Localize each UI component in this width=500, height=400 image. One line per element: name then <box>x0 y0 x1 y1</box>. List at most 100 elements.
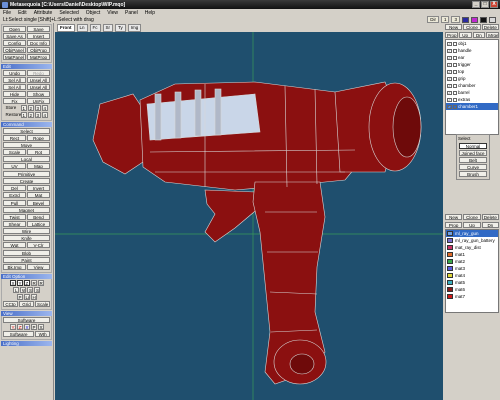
width-button[interactable]: Wth <box>35 331 50 337</box>
store-slot-3[interactable]: 3 <box>34 105 41 111</box>
visibility-icon[interactable]: ✓ <box>447 104 452 109</box>
tab-type[interactable]: Ty <box>115 23 126 32</box>
cmd-uv-button[interactable]: UV <box>3 163 26 169</box>
material-up-button[interactable]: Up <box>463 222 481 228</box>
visibility-icon[interactable]: ✓ <box>447 48 452 53</box>
opt-rp-toggle[interactable]: Rp <box>37 280 44 286</box>
object-up-button[interactable]: Up <box>458 32 472 38</box>
material-item[interactable]: mat5 <box>446 279 498 286</box>
store-slot-2[interactable]: 2 <box>27 105 34 111</box>
save-button[interactable]: Save <box>27 26 50 32</box>
cmd-magnet-button[interactable]: Magnet <box>3 207 50 213</box>
menu-attribute[interactable]: Attribute <box>34 10 53 16</box>
color-swatch-black[interactable] <box>480 16 487 23</box>
color-swatch-blue[interactable] <box>462 16 469 23</box>
opt-s-toggle[interactable]: S <box>27 287 33 293</box>
tab-line[interactable]: Ln <box>76 23 88 32</box>
material-item[interactable]: mat4 <box>446 272 498 279</box>
opt-y-toggle[interactable]: Y <box>16 280 23 286</box>
cmd-create-button[interactable]: Create <box>3 178 50 184</box>
object-list[interactable]: ✓ obj1 ✓ handle ✓ ear ✓ trigger ✓ top ✓ grip ✓… <box>445 39 499 135</box>
cmd-delete-button[interactable]: Del <box>3 185 26 191</box>
unselect-all-button[interactable]: Unsel All <box>27 77 50 83</box>
object-prop-button[interactable]: Prop <box>445 32 458 38</box>
visibility-icon[interactable]: ✓ <box>447 55 452 60</box>
object-item[interactable]: ✓ top <box>446 68 498 75</box>
object-item[interactable]: ✓ ear <box>446 54 498 61</box>
visibility-icon[interactable]: ✓ <box>447 69 452 74</box>
select-all-button[interactable]: Sel All <box>3 77 26 83</box>
object-item-selected[interactable]: ✓ chamber1 <box>446 103 498 110</box>
tab-front[interactable]: Front <box>57 23 75 32</box>
insert-button[interactable]: Insert <box>27 33 50 39</box>
menu-view[interactable]: View <box>107 10 118 16</box>
lock-icon[interactable] <box>453 41 457 46</box>
visibility-icon[interactable]: ✓ <box>447 62 452 67</box>
opt-w-toggle[interactable]: W <box>20 287 26 293</box>
object-item[interactable]: ✓ barrel <box>446 89 498 96</box>
mat-panel-button[interactable]: MatPanel <box>3 54 26 60</box>
select-joined-face-button[interactable]: Joined face <box>459 150 487 156</box>
cmd-vcolor-button[interactable]: V-Clr <box>27 242 50 248</box>
material-item[interactable]: mat7 <box>446 293 498 300</box>
axis-yz-toggle[interactable]: YZ <box>9 324 16 330</box>
cmd-select-button[interactable]: Select <box>3 128 50 134</box>
menu-object[interactable]: Object <box>86 10 100 16</box>
cmd-extrude-button[interactable]: Extrd <box>3 192 26 198</box>
cmd-scale-button[interactable]: Scale <box>3 149 26 155</box>
lock-icon[interactable] <box>453 97 457 102</box>
cmd-invert-button[interactable]: Invert <box>27 185 50 191</box>
cmd-knife-button[interactable]: Knife <box>3 235 50 241</box>
cmd-rot-button[interactable]: Rot <box>27 149 50 155</box>
mat-prop-button[interactable]: MatProp <box>27 54 50 60</box>
material-list[interactable]: ml_ray_gun ml_ray_gun_battery mat_ray_di… <box>445 229 499 313</box>
show-button[interactable]: Show <box>27 91 50 97</box>
tab-surface[interactable]: Sr <box>102 23 114 32</box>
clone-material-button[interactable]: Clone <box>463 214 481 220</box>
material-item[interactable]: mat3 <box>446 265 498 272</box>
cmd-local-button[interactable]: Local <box>3 156 50 162</box>
opt-l-toggle[interactable]: L <box>13 287 19 293</box>
select-normal-button[interactable]: Normal <box>459 143 487 149</box>
opt-p-toggle[interactable]: P <box>16 294 23 300</box>
visibility-icon[interactable]: ✓ <box>447 41 452 46</box>
ear-part[interactable] <box>92 93 146 175</box>
undo-button[interactable]: Undo <box>3 70 26 76</box>
color-swatch-purple[interactable] <box>471 16 478 23</box>
material-prop-button[interactable]: Prop <box>445 222 463 228</box>
restore-slot-2[interactable]: 2 <box>27 112 34 118</box>
store-slot-1[interactable]: 1 <box>20 105 27 111</box>
visibility-icon[interactable]: ✓ <box>447 83 452 88</box>
cmd-shear-button[interactable]: Shear <box>3 221 26 227</box>
cmd-rect-button[interactable]: Rect <box>3 135 26 141</box>
menu-selected[interactable]: Selected <box>59 10 78 16</box>
new-material-button[interactable]: New <box>445 214 463 220</box>
object-item[interactable]: ✓ extras <box>446 96 498 103</box>
opt-sym-toggle[interactable]: Sy <box>34 287 40 293</box>
cmd-mat-button[interactable]: Mat <box>27 192 50 198</box>
lock-icon[interactable] <box>453 55 457 60</box>
select-all-obj-button[interactable]: Sel All <box>3 84 26 90</box>
lock-icon[interactable] <box>453 83 457 88</box>
lock-icon[interactable] <box>453 104 457 109</box>
hide-button[interactable]: Hide <box>3 91 26 97</box>
save-as-button[interactable]: Save As <box>3 33 26 39</box>
tab-image[interactable]: Img <box>127 23 142 32</box>
select-curve-button[interactable]: Curve <box>459 164 487 170</box>
lighting-header[interactable]: Lighting <box>1 341 52 346</box>
cmd-map-button[interactable]: Map <box>27 163 50 169</box>
render-software-button[interactable]: Software <box>3 317 50 323</box>
axis-p-toggle[interactable]: P <box>30 324 37 330</box>
visibility-icon[interactable]: ✓ <box>447 97 452 102</box>
obj-panel-button[interactable]: ObjPanel <box>3 47 26 53</box>
material-item[interactable]: mat_ray_dist <box>446 244 498 251</box>
axis-zx-toggle[interactable]: ZX <box>16 324 23 330</box>
menu-help[interactable]: Help <box>145 10 155 16</box>
cmd-lattice-button[interactable]: Lattice <box>27 221 50 227</box>
minimize-button[interactable]: _ <box>472 1 480 8</box>
menu-file[interactable]: File <box>3 10 11 16</box>
delete-object-button[interactable]: Delete <box>481 24 499 30</box>
object-down-button[interactable]: Dn <box>472 32 486 38</box>
maximize-button[interactable]: □ <box>481 1 489 8</box>
viewport-3d[interactable] <box>55 32 443 400</box>
